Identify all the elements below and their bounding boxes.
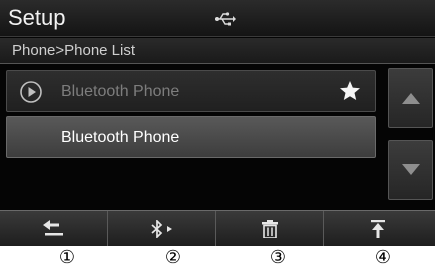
usb-icon <box>215 12 236 26</box>
setup-screen: Setup Phone>Phone List Bluetooth Phone B… <box>0 0 435 246</box>
breadcrumb: Phone>Phone List <box>12 42 136 59</box>
list-item[interactable]: Bluetooth Phone <box>6 70 376 112</box>
page-title: Setup <box>8 5 66 30</box>
list-item[interactable]: Bluetooth Phone <box>6 116 376 158</box>
scroll-down-button[interactable] <box>388 140 433 200</box>
move-to-top-button[interactable] <box>324 211 435 246</box>
trash-icon <box>262 220 278 238</box>
bottom-toolbar <box>0 210 435 246</box>
title-bar: Setup <box>0 0 435 37</box>
phone-list: Bluetooth Phone Bluetooth Phone <box>0 70 378 204</box>
favorite-star-icon <box>340 81 360 100</box>
play-circle-icon <box>20 81 42 103</box>
list-item-label: Bluetooth Phone <box>61 83 180 100</box>
bluetooth-connect-icon <box>151 220 172 238</box>
back-arrow-icon <box>43 220 63 236</box>
move-to-top-icon <box>371 220 385 238</box>
list-item-label: Bluetooth Phone <box>61 129 180 146</box>
bluetooth-connect-button[interactable] <box>108 211 216 246</box>
callout-1: ① <box>58 247 76 268</box>
callout-2: ② <box>164 247 182 268</box>
callout-3: ③ <box>269 247 287 268</box>
delete-button[interactable] <box>216 211 324 246</box>
callout-4: ④ <box>374 247 392 268</box>
triangle-up-icon <box>402 93 420 104</box>
scroll-up-button[interactable] <box>388 68 433 128</box>
breadcrumb-bar: Phone>Phone List <box>0 38 435 64</box>
triangle-down-icon <box>402 164 420 175</box>
back-button[interactable] <box>0 211 108 246</box>
